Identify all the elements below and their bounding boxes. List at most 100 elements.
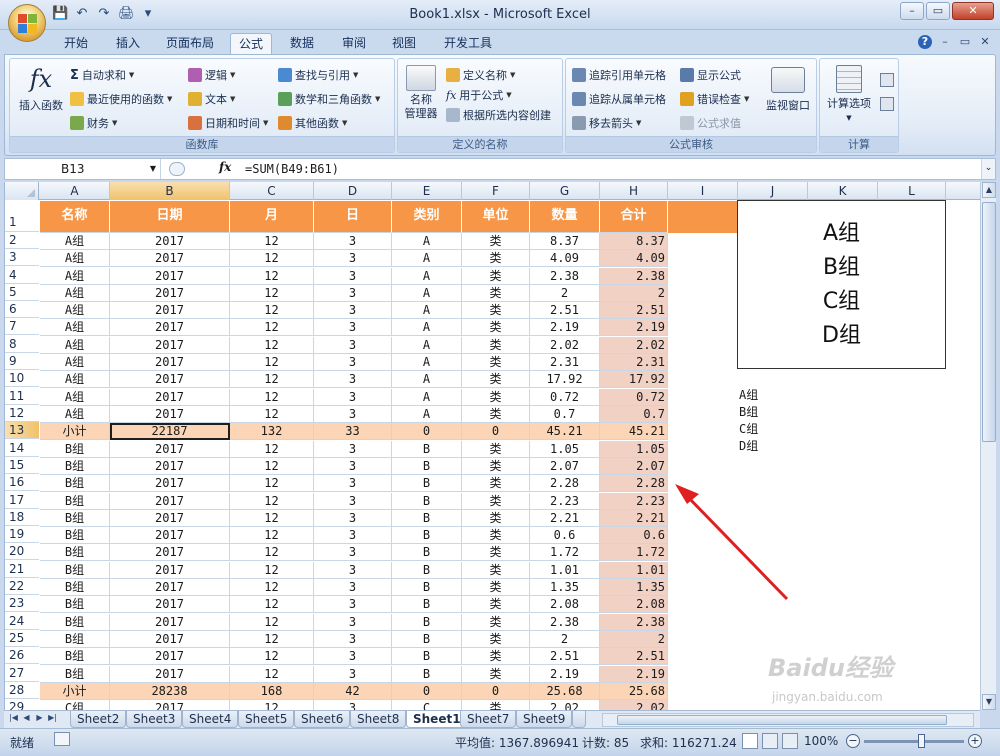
watch-window-button[interactable]: 监视窗口 [762,67,814,113]
calculate-now-icon[interactable] [880,73,894,87]
last-sheet-icon[interactable]: ▶| [47,713,58,722]
scroll-up-button[interactable]: ▲ [982,182,996,198]
red-annotation-arrow [675,484,789,601]
next-sheet-icon[interactable]: ▶ [34,713,45,722]
recent-functions-button[interactable]: 最近使用的函数 ▼ [70,91,172,107]
show-formulas-icon [680,68,694,82]
sheet-tab[interactable]: Sheet4 [182,711,239,728]
close-button[interactable]: ✕ [952,2,994,20]
vertical-scroll-thumb[interactable] [982,202,996,442]
sheet-tab[interactable]: Sheet6 [294,711,351,728]
calculation-label: 计算 [820,136,898,152]
tab-formulas[interactable]: 公式 [230,33,273,54]
more-functions-button[interactable]: 其他函数 ▼ [278,115,347,131]
status-count: 计数: 85 [582,736,630,750]
tab-page-layout[interactable]: 页面布局 [158,33,222,54]
sheet-tabs-bar: |◀ ◀ ▶ ▶| Sheet2 Sheet3 Sheet4 Sheet5 Sheet6… [4,710,980,728]
tab-view[interactable]: 视图 [384,33,424,54]
defined-names-label: 定义的名称 [398,136,562,152]
trace-dependents-button[interactable]: 追踪从属单元格 [572,91,666,107]
ribbon-minimize-icon[interactable]: – [938,35,952,49]
error-checking-button[interactable]: 错误检查 ▼ [680,91,749,107]
insert-function-fx-button[interactable]: fx [219,160,231,174]
math-button[interactable]: 数学和三角函数 ▼ [278,91,380,107]
text-button[interactable]: 文本 ▼ [188,91,235,107]
zoom-slider-knob[interactable] [918,734,925,748]
ribbon-close-icon[interactable]: ✕ [978,35,992,49]
tab-developer[interactable]: 开发工具 [436,33,500,54]
office-logo-icon [18,14,38,34]
horizontal-scroll-thumb[interactable] [617,715,947,725]
status-average: 平均值: 1367.896941 [455,736,580,750]
horizontal-scrollbar[interactable] [602,713,974,727]
evaluate-icon [680,116,694,130]
math-book-icon [278,92,292,106]
sheet-tab[interactable]: Sheet3 [126,711,183,728]
insert-sheet-icon[interactable] [572,711,586,728]
evaluate-formula-button[interactable]: 公式求值 [680,115,741,131]
name-manager-button[interactable]: 名称 管理器 [400,65,442,121]
book-icon [70,116,84,130]
glasses-icon [771,67,805,93]
calculation-group: 计算选项 ▼ 计算 [819,58,899,153]
expand-formula-bar-button[interactable]: ⌄ [981,159,995,179]
sheet-tab[interactable]: Sheet7 [460,711,517,728]
datetime-button[interactable]: 日期和时间 ▼ [188,115,268,131]
sheet-tab[interactable]: Sheet9 [516,711,573,728]
function-library-group: fx 插入函数 Σ 自动求和 ▼ 最近使用的函数 ▼ 财务 ▼ 逻辑 ▼ 文本 ▼ 日期和时… [9,58,395,153]
arrow-shaft [685,494,789,601]
calculate-sheet-icon[interactable] [880,97,894,111]
restore-button[interactable]: ▭ [926,2,950,20]
zoom-out-button[interactable]: − [846,734,860,748]
zoom-level[interactable]: 100% [804,734,838,748]
ribbon-restore-icon[interactable]: ▭ [958,35,972,49]
normal-view-icon[interactable] [742,733,758,749]
formula-input[interactable]: =SUM(B49:B61) [245,159,339,179]
sheet-tab[interactable]: Sheet5 [238,711,295,728]
remove-arrows-button[interactable]: 移去箭头 ▼ [572,115,641,131]
worksheet[interactable]: ABCDEFGHIJKL 1 2 3 4 5 6 7 8 9 10 11 12 13 14 15 16 17 18… [4,182,980,710]
sheet-tab[interactable]: Sheet8 [350,711,407,728]
first-sheet-icon[interactable]: |◀ [8,713,19,722]
tab-data[interactable]: 数据 [282,33,322,54]
zoom-slider[interactable] [864,734,964,748]
arrow-head [675,484,699,504]
title-bar: 💾 ↶ ↷ 🖨 ▾ Book1.xlsx - Microsoft Excel –… [0,0,1000,30]
formula-bar: B13 ▼ fx =SUM(B49:B61) ⌄ [4,158,996,180]
window-title: Book1.xlsx - Microsoft Excel [409,7,591,22]
fx-icon: fx [29,65,53,93]
scroll-down-button[interactable]: ▼ [982,694,996,710]
lookup-button[interactable]: 查找与引用 ▼ [278,67,358,83]
help-icon[interactable]: ? [918,35,932,49]
name-manager-icon [406,65,436,91]
create-from-selection-button[interactable]: 根据所选内容创建 [446,107,551,123]
name-box-dropdown-icon[interactable]: ▼ [150,159,156,179]
logical-button[interactable]: 逻辑 ▼ [188,67,235,83]
office-button[interactable] [8,4,46,42]
use-in-formula-button[interactable]: fx 用于公式 ▼ [446,87,512,103]
define-name-button[interactable]: 定义名称 ▼ [446,67,515,83]
insert-function-button[interactable]: fx 插入函数 [16,65,66,113]
sheet-tab[interactable]: Sheet2 [70,711,127,728]
financial-button[interactable]: 财务 ▼ [70,115,117,131]
sigma-icon: Σ [70,67,79,83]
sheet-tab[interactable]: Sheet1 [406,711,468,728]
prev-sheet-icon[interactable]: ◀ [21,713,32,722]
calculation-options-button[interactable]: 计算选项 ▼ [822,65,876,125]
window-controls: – ▭ ✕ [900,2,994,20]
show-formulas-button[interactable]: 显示公式 [680,67,741,83]
tab-review[interactable]: 审阅 [334,33,374,54]
page-break-view-icon[interactable] [782,733,798,749]
tab-insert[interactable]: 插入 [108,33,148,54]
trace-precedents-icon [572,68,586,82]
page-layout-view-icon[interactable] [762,733,778,749]
macro-record-icon[interactable] [54,732,70,746]
trace-precedents-button[interactable]: 追踪引用单元格 [572,67,666,83]
zoom-in-button[interactable]: + [968,734,982,748]
autosum-button[interactable]: Σ 自动求和 ▼ [70,67,134,83]
tab-home[interactable]: 开始 [56,33,96,54]
calculator-icon [836,65,862,93]
vertical-scrollbar[interactable]: ▲ ▼ [980,182,996,710]
minimize-button[interactable]: – [900,2,924,20]
name-box[interactable]: B13 ▼ [5,159,161,179]
